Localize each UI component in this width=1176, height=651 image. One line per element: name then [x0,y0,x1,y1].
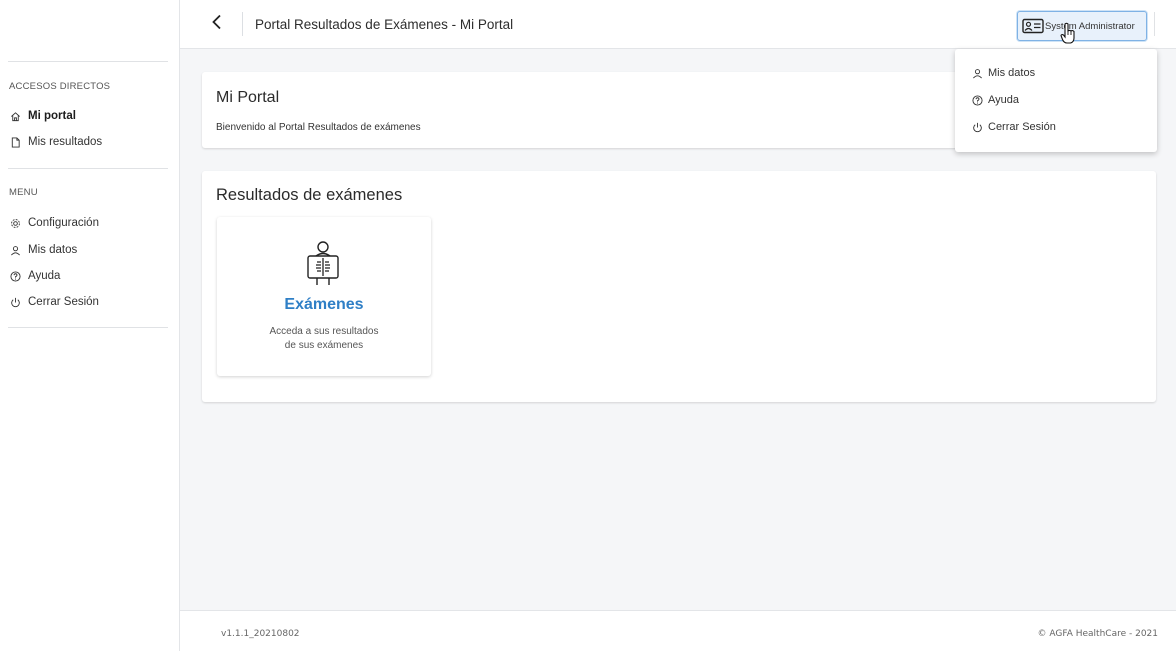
exams-tile[interactable]: Exámenes Acceda a sus resultados de sus … [217,217,431,376]
results-title: Resultados de exámenes [216,186,403,204]
dropdown-item-label: Cerrar Sesión [988,121,1056,133]
version-label: v1.1.1_20210802 [221,629,300,639]
sidebar-divider [8,168,168,169]
help-icon [9,270,21,282]
footer: v1.1.1_20210802 © AGFA HealthCare - 2021 [180,610,1176,651]
user-menu-button[interactable]: System Administrator [1017,11,1147,41]
dropdown-item-cerrar-sesion[interactable]: Cerrar Sesión [971,119,1056,135]
back-button[interactable] [205,12,229,36]
dropdown-item-ayuda[interactable]: Ayuda [971,92,1019,108]
exams-tile-desc-line: de sus exámenes [284,340,364,351]
sidebar-item-label: Mis datos [28,244,78,256]
sidebar-item-mis-resultados[interactable]: Mis resultados [9,133,102,151]
welcome-subtitle: Bienvenido al Portal Resultados de exáme… [216,122,421,133]
exams-tile-desc-line: Acceda a sus resultados [269,326,379,337]
page-title: Portal Resultados de Exámenes - Mi Porta… [255,17,514,32]
user-dropdown-menu: Mis datos Ayuda Cerrar Sesión [955,49,1157,152]
exams-tile-description: Acceda a sus resultados de sus exámenes [257,325,391,353]
topbar-separator [242,12,243,36]
sidebar-item-label: Mis resultados [28,136,103,148]
sidebar-item-label: Configuración [28,217,99,229]
xray-icon [303,239,343,287]
sidebar-divider [8,61,168,62]
home-icon [9,110,21,122]
user-icon [971,67,983,79]
dropdown-item-mis-datos[interactable]: Mis datos [971,65,1035,81]
sidebar-item-mis-datos[interactable]: Mis datos [9,241,77,259]
user-icon [9,244,21,256]
sidebar-item-label: Ayuda [28,270,61,282]
document-icon [9,136,21,148]
top-bar: Portal Resultados de Exámenes - Mi Porta… [180,0,1176,49]
sidebar-item-configuracion[interactable]: Configuración [9,214,99,232]
help-icon [971,94,983,106]
dropdown-item-label: Ayuda [988,94,1019,106]
sidebar-item-cerrar-sesion[interactable]: Cerrar Sesión [9,293,99,311]
sidebar-item-label: Cerrar Sesión [28,296,99,308]
chevron-left-icon [211,14,223,35]
sidebar-item-ayuda[interactable]: Ayuda [9,267,60,285]
sidebar-heading-menu: MENU [9,187,38,198]
sidebar-item-mi-portal[interactable]: Mi portal [9,107,76,125]
sidebar-item-label: Mi portal [28,110,76,122]
welcome-title: Mi Portal [216,89,280,106]
sidebar: ACCESOS DIRECTOS Mi portal Mis resultado… [0,0,180,651]
topbar-separator [1154,12,1155,36]
sidebar-heading-shortcuts: ACCESOS DIRECTOS [9,81,111,92]
power-icon [9,296,21,308]
dropdown-item-label: Mis datos [988,67,1036,79]
copyright-label: © AGFA HealthCare - 2021 [1037,629,1158,639]
user-name-label: System Administrator [1045,20,1135,32]
power-icon [971,121,983,133]
hand-pointer-icon [1060,22,1076,44]
sidebar-divider [8,327,168,328]
exams-tile-label: Exámenes [284,296,364,313]
id-card-icon [1022,18,1044,34]
gear-icon [9,217,21,229]
